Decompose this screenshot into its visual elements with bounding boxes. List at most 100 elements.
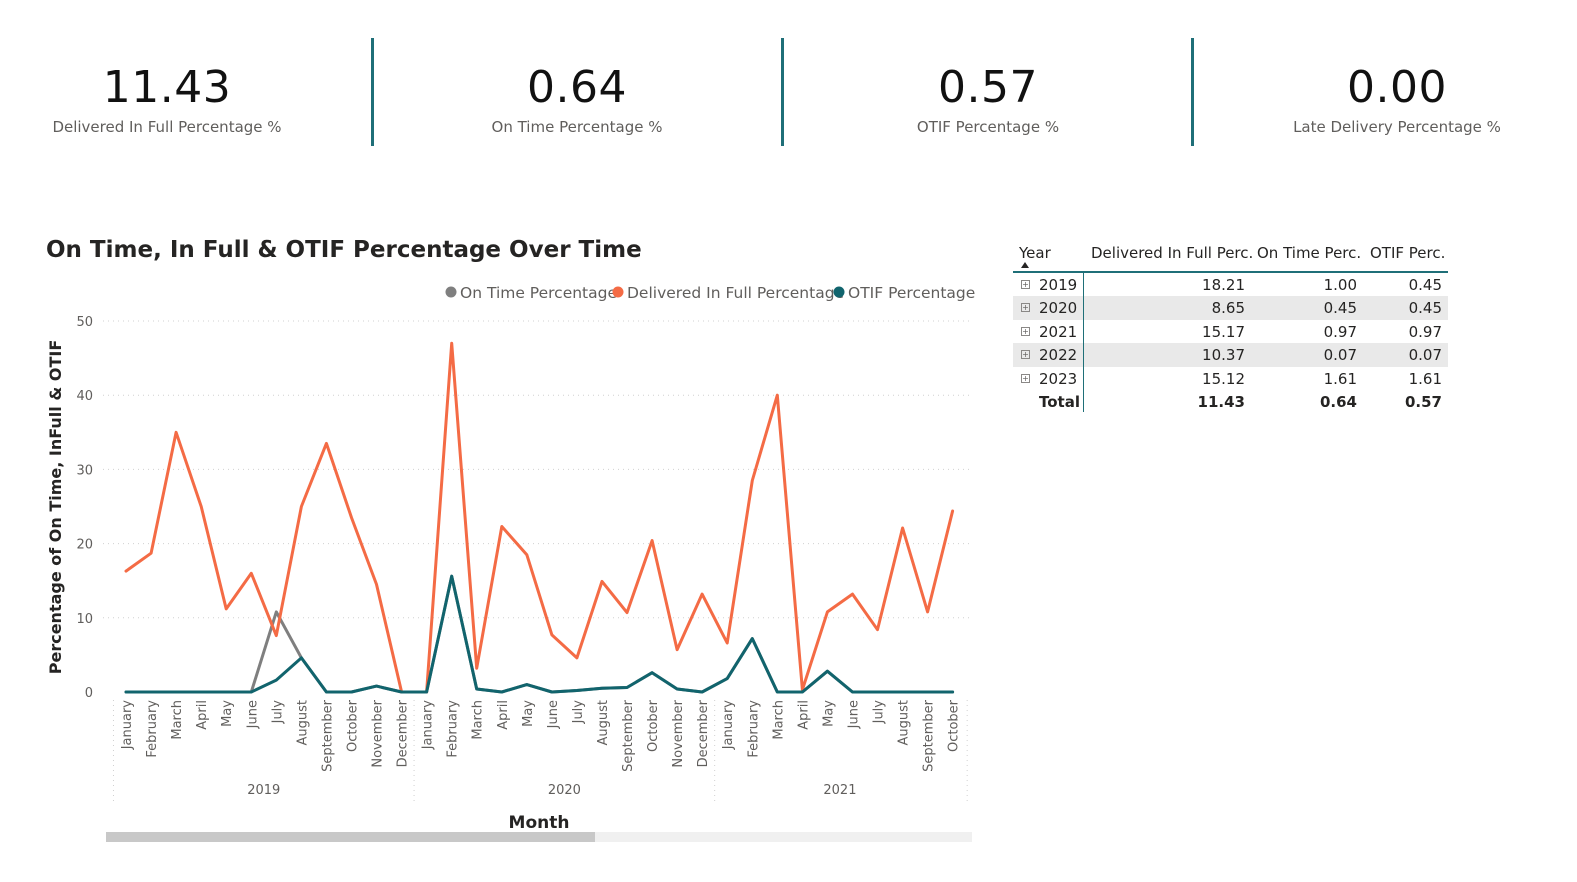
x-tick-label: April	[796, 700, 811, 730]
y-tick-label: 20	[76, 538, 93, 553]
column-header-delivered-in-full[interactable]: Delivered In Full Perc.	[1091, 244, 1253, 262]
kpi-label: Late Delivery Percentage %	[1293, 118, 1501, 136]
column-header-otif[interactable]: OTIF Perc.	[1370, 244, 1445, 262]
x-tick-label: October	[646, 699, 661, 752]
x-tick-label: August	[897, 700, 912, 746]
otif-cell: 0.07	[1408, 346, 1442, 365]
x-tick-label: December	[396, 699, 411, 767]
expand-icon[interactable]: +	[1021, 373, 1030, 383]
legend-marker-otif-percentage[interactable]	[833, 286, 845, 298]
x-axis-label: Month	[509, 813, 570, 833]
on-time-cell: 0.97	[1323, 322, 1357, 341]
x-tick-label: November	[371, 699, 386, 767]
otif-cell: 0.45	[1408, 276, 1442, 294]
x-tick-label: October	[345, 699, 360, 752]
legend-marker-delivered-in-full-percentage[interactable]	[612, 286, 624, 298]
kpi-card-late-delivery: 0.00 Late Delivery Percentage %	[1232, 44, 1562, 154]
kpi-value: 0.00	[1347, 62, 1447, 113]
y-tick-label: 40	[76, 389, 93, 404]
year-cell: 2021	[1039, 322, 1078, 341]
kpi-divider	[1191, 38, 1194, 146]
x-tick-label: January	[721, 700, 736, 751]
x-tick-label: September	[621, 699, 636, 772]
table-total-row: Total 11.43 0.64 0.57	[1013, 390, 1448, 413]
x-tick-label: March	[771, 700, 786, 740]
sort-ascending-icon[interactable]	[1021, 262, 1029, 268]
x-tick-label: May	[521, 700, 536, 727]
x-tick-label: April	[195, 700, 210, 730]
on-time-cell: 1.61	[1323, 369, 1357, 388]
on-time-cell: 0.07	[1323, 346, 1357, 365]
x-tick-label: May	[220, 700, 235, 727]
x-tick-label: November	[671, 699, 686, 767]
year-cell: 2023	[1039, 369, 1078, 388]
x-year-label: 2021	[823, 783, 856, 798]
otif-cell: 0.97	[1408, 322, 1442, 341]
x-tick-label: October	[947, 699, 962, 752]
x-tick-label: June	[846, 700, 861, 729]
expand-icon[interactable]: +	[1021, 326, 1030, 336]
year-cell: 2019	[1039, 276, 1078, 294]
table-row[interactable]: + 2022 10.37 0.07 0.07	[1013, 343, 1448, 367]
table-row[interactable]: + 2020 8.65 0.45 0.45	[1013, 296, 1448, 320]
table-row[interactable]: + 2019 18.21 1.00 0.45	[1013, 273, 1448, 296]
year-matrix-table[interactable]: Year Delivered In Full Perc. On Time Per…	[1013, 238, 1448, 413]
table-row[interactable]: + 2023 15.12 1.61 1.61	[1013, 367, 1448, 390]
x-tick-label: April	[496, 700, 511, 730]
table-row[interactable]: + 2021 15.17 0.97 0.97	[1013, 320, 1448, 343]
x-tick-label: July	[571, 700, 586, 725]
x-tick-label: January	[120, 700, 135, 751]
x-year-label: 2019	[247, 783, 280, 798]
y-tick-label: 50	[76, 315, 93, 330]
delivered-in-full-cell: 18.21	[1202, 276, 1245, 294]
year-cell: 2020	[1039, 299, 1078, 318]
on-time-cell: 1.00	[1323, 276, 1357, 294]
legend-label-on-time-percentage[interactable]: On Time Percentage	[460, 284, 617, 302]
x-tick-label: February	[145, 700, 160, 758]
on-time-cell: 0.45	[1323, 299, 1357, 318]
x-tick-label: September	[922, 699, 937, 772]
line-chart[interactable]: 0 10 20 30 40 50 Percentage of On Time, InFull…	[0, 0, 1000, 870]
legend-label-delivered-in-full-percentage[interactable]: Delivered In Full Percentage	[627, 284, 844, 302]
x-tick-label: December	[696, 699, 711, 767]
otif-cell: 1.61	[1408, 369, 1442, 388]
x-tick-label: March	[471, 700, 486, 740]
x-tick-label: February	[446, 700, 461, 758]
total-on-time: 0.64	[1319, 392, 1357, 411]
expand-icon[interactable]: +	[1021, 303, 1030, 313]
legend-marker-on-time-percentage[interactable]	[445, 286, 457, 298]
x-tick-label: August	[596, 700, 611, 746]
delivered-in-full-cell: 8.65	[1211, 299, 1245, 318]
x-tick-label: May	[821, 700, 836, 727]
y-axis-label: Percentage of On Time, InFull & OTIF	[46, 340, 65, 675]
y-tick-label: 0	[85, 686, 93, 701]
otif-cell: 0.45	[1408, 299, 1442, 318]
horizontal-scrollbar-thumb[interactable]	[106, 832, 595, 842]
x-tick-label: July	[270, 700, 285, 725]
x-tick-label: March	[170, 700, 185, 740]
total-label: Total	[1039, 392, 1080, 411]
x-tick-label: January	[421, 700, 436, 751]
total-delivered-in-full: 11.43	[1197, 392, 1245, 411]
x-tick-label: July	[872, 700, 887, 725]
expand-icon[interactable]: +	[1021, 350, 1030, 360]
x-tick-label: February	[746, 700, 761, 758]
delivered-in-full-cell: 10.37	[1202, 346, 1245, 365]
x-tick-label: August	[295, 700, 310, 746]
total-otif: 0.57	[1404, 392, 1442, 411]
row-header-divider	[1083, 271, 1084, 412]
x-tick-label: June	[245, 700, 260, 729]
x-tick-label: June	[546, 700, 561, 729]
x-year-label: 2020	[548, 783, 581, 798]
x-tick-label: September	[320, 699, 335, 772]
y-tick-label: 30	[76, 463, 93, 478]
y-tick-label: 10	[76, 612, 93, 627]
delivered-in-full-cell: 15.12	[1202, 369, 1245, 388]
year-cell: 2022	[1039, 346, 1078, 365]
column-header-year[interactable]: Year	[1019, 244, 1051, 262]
legend-label-otif-percentage[interactable]: OTIF Percentage	[848, 284, 975, 302]
expand-icon[interactable]: +	[1021, 280, 1030, 289]
delivered-in-full-cell: 15.17	[1202, 322, 1245, 341]
table-header: Year Delivered In Full Perc. On Time Per…	[1013, 238, 1448, 273]
column-header-on-time[interactable]: On Time Perc.	[1257, 244, 1361, 262]
